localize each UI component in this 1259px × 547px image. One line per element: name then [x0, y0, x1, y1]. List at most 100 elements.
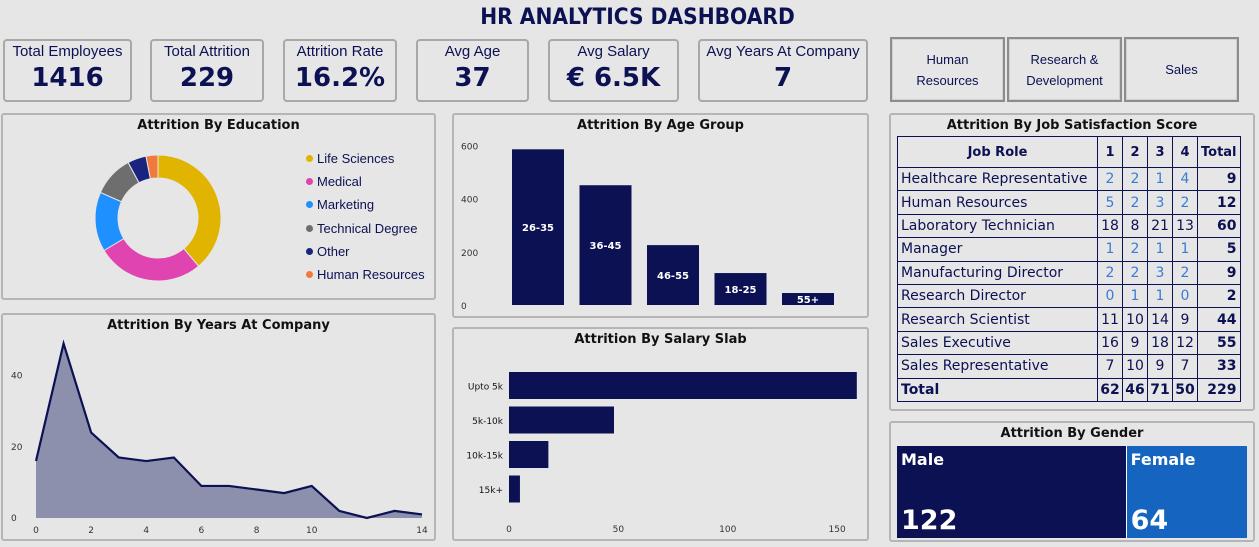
y-tick-label: 40: [11, 372, 23, 382]
x-tick-label: 2: [88, 526, 94, 536]
legend-label: Medical: [317, 174, 362, 190]
cell-value: 0: [1172, 283, 1198, 309]
kpi-label: Avg Age: [444, 43, 501, 60]
kpi-value: 7: [773, 63, 793, 93]
kpi-value: 16.2%: [294, 63, 386, 93]
cell-value: 50: [1172, 377, 1198, 402]
table-row: Human Resources 5 2 3 2 12: [897, 190, 1241, 215]
panel-title: Attrition By Job Satisfaction Score: [946, 118, 1198, 133]
cell-value: 18: [1147, 330, 1173, 356]
legend-dot: [306, 155, 313, 162]
y-category-label: Upto 5k: [468, 383, 504, 393]
cell-value: 18: [1097, 213, 1123, 239]
table-row: Laboratory Technician 18 8 21 13 60: [897, 213, 1241, 239]
legend-label: Other: [317, 243, 350, 259]
x-tick-label: 14: [416, 526, 428, 536]
cell-value: 2: [1122, 237, 1148, 262]
gender-value: 64: [1130, 505, 1169, 536]
bar-label: 18-25: [725, 285, 757, 296]
legend-dot: [306, 271, 313, 278]
bar-label: 46-55: [657, 271, 689, 282]
bar-label: 36-45: [590, 241, 622, 252]
legend-item: Technical Degree: [306, 221, 417, 236]
cell-value: 10: [1122, 354, 1148, 379]
cell-value: 10: [1122, 307, 1148, 332]
column-header: 2: [1122, 136, 1148, 168]
cell-value: 0: [1097, 283, 1123, 309]
slicer-research-development[interactable]: Research & Development: [1007, 37, 1122, 102]
kpi-avg-salary: Avg Salary € 6.5K: [548, 39, 679, 102]
age-group-panel: Attrition By Age Group 0 200 400 600 26-35 36…: [452, 113, 869, 318]
education-donut-chart: [94, 154, 222, 282]
x-tick-label: 0: [33, 526, 39, 536]
table-row: Sales Representative 7 10 9 7 33: [897, 354, 1241, 379]
cell-value: 11: [1097, 307, 1123, 332]
x-tick-label: 4: [143, 526, 149, 536]
salary-bar: [509, 406, 614, 434]
kpi-total-employees: Total Employees 1416: [3, 39, 132, 102]
kpi-label: Attrition Rate: [296, 43, 384, 60]
row-label: Sales Executive: [897, 330, 1098, 356]
slicer-human-resources[interactable]: Human Resources: [890, 37, 1005, 102]
cell-value: 3: [1147, 190, 1173, 215]
row-total: 5: [1197, 237, 1241, 262]
cell-value: 2: [1097, 166, 1123, 192]
legend-dot: [306, 224, 313, 232]
cell-value: 21: [1147, 213, 1173, 239]
table-row: Research Director 0 1 1 0 2: [897, 283, 1241, 309]
cell-value: 1: [1172, 237, 1198, 262]
row-total: 55: [1197, 330, 1241, 356]
cell-value: 62: [1097, 377, 1123, 402]
cell-value: 1: [1147, 237, 1173, 262]
legend-item: Human Resources: [306, 267, 425, 282]
salary-bar: [509, 441, 549, 468]
kpi-value: 1416: [31, 63, 104, 93]
cell-value: 2: [1122, 166, 1148, 192]
cell-value: 16: [1097, 330, 1123, 356]
job-satisfaction-panel: Attrition By Job Satisfaction Score Job …: [889, 113, 1255, 411]
dashboard-title: HR ANALYTICS DASHBOARD: [480, 5, 795, 30]
kpi-label: Total Employees: [12, 43, 123, 60]
kpi-avg-age: Avg Age 37: [416, 39, 529, 102]
legend-dot: [306, 247, 313, 255]
y-category-label: 10k-15k: [466, 452, 503, 462]
row-total: 33: [1197, 354, 1241, 379]
area-fill: [36, 343, 422, 518]
education-panel: Attrition By Education Life Sciences Medi…: [1, 113, 436, 300]
legend-item: Other: [306, 244, 350, 259]
gender-panel: Attrition By Gender Male 122 Female 64: [889, 421, 1255, 542]
x-tick-label: 100: [719, 525, 736, 535]
legend-label: Human Resources: [317, 267, 425, 282]
table-row: Manager 1 2 1 1 5: [897, 237, 1241, 262]
row-total: 12: [1197, 190, 1241, 215]
table-row: Research Scientist 11 10 14 9 44: [897, 307, 1241, 332]
cell-value: 4: [1172, 166, 1198, 192]
row-label: Total: [897, 377, 1098, 402]
x-tick-label: 6: [199, 526, 205, 536]
row-label: Research Scientist: [897, 307, 1098, 332]
legend-item: Marketing: [306, 197, 374, 212]
y-tick-label: 20: [11, 443, 23, 453]
slicer-sales[interactable]: Sales: [1124, 37, 1239, 102]
kpi-total-attrition: Total Attrition 229: [150, 39, 264, 102]
legend-dot: [306, 201, 313, 209]
slicer-label: Research & Development: [1026, 51, 1103, 88]
kpi-label: Total Attrition: [164, 43, 250, 60]
gender-block: Female 64: [1126, 446, 1247, 538]
y-category-label: 5k-10k: [472, 417, 504, 427]
cell-value: 71: [1147, 377, 1173, 402]
cell-value: 2: [1122, 260, 1148, 285]
row-label: Human Resources: [897, 190, 1098, 215]
gender-value: 122: [901, 505, 958, 536]
kpi-value: 37: [454, 63, 491, 93]
column-header: 3: [1147, 136, 1173, 168]
column-header: 4: [1172, 136, 1198, 168]
job-satisfaction-table: Job Role 1 2 3 4 Total Healthcare Repres…: [897, 136, 1241, 402]
cell-value: 14: [1147, 307, 1173, 332]
kpi-label: Avg Salary: [577, 43, 650, 60]
x-tick-label: 0: [506, 525, 512, 535]
y-tick-label: 400: [461, 196, 478, 206]
legend-label: Technical Degree: [317, 220, 418, 236]
cell-value: 1: [1097, 237, 1123, 262]
salary-bar-chart: Upto 5k 5k-10k 10k-15k 15k+ 0 50 100 150: [466, 372, 857, 535]
